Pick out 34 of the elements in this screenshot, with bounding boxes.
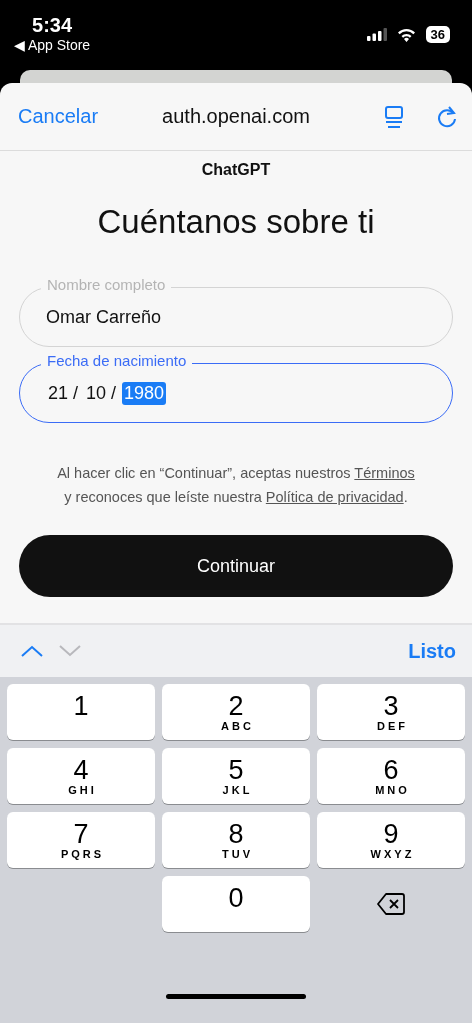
number-key[interactable]: 0 — [162, 876, 310, 932]
page-heading: Cuéntanos sobre ti — [96, 203, 376, 241]
field-label: Nombre completo — [41, 276, 172, 293]
field-value: Omar Carreño — [46, 306, 162, 328]
number-key[interactable]: 1 — [7, 684, 155, 740]
reader-icon[interactable] — [384, 104, 404, 129]
privacy-link[interactable]: Política de privacidad — [265, 489, 404, 505]
backspace-icon — [377, 893, 405, 915]
date-segment[interactable]: 21 / — [46, 381, 81, 405]
status-time: 5:34 — [32, 14, 73, 37]
back-to-app-link[interactable]: ◀ App Store — [14, 37, 91, 53]
number-key[interactable]: 4 GHI — [7, 748, 155, 804]
terms-link[interactable]: Términos — [354, 465, 415, 481]
signal-icon — [366, 28, 387, 41]
cancel-button[interactable]: Cancelar — [18, 105, 99, 128]
number-key[interactable]: 6 MNO — [317, 748, 465, 804]
done-button[interactable]: Listo — [408, 639, 456, 663]
number-key[interactable]: 8 TUV — [162, 812, 310, 868]
field-label: Fecha de nacimiento — [41, 352, 193, 369]
date-segment[interactable]: 1980 — [122, 381, 167, 405]
number-key[interactable]: 9 WXYZ — [317, 812, 465, 868]
chevron-up-icon[interactable] — [20, 644, 44, 658]
date-segment[interactable]: 10 / — [84, 381, 119, 405]
number-key[interactable]: 5 JKL — [162, 748, 310, 804]
page-address: auth.openai.com — [161, 105, 311, 128]
terms-notice: Al hacer clic en “Continuar”, aceptas nuestros Términos y reconoces que leíste nuestra Política de privacidad. — [56, 464, 416, 507]
wifi-icon — [396, 27, 416, 42]
continue-button[interactable]: Continuar — [19, 535, 453, 597]
number-key[interactable]: 3 DEF — [317, 684, 465, 740]
number-key[interactable]: 7 PQRS — [7, 812, 155, 868]
reload-icon[interactable] — [436, 104, 458, 129]
battery-level: 36 — [425, 26, 450, 43]
number-key[interactable]: 2 ABC — [162, 684, 310, 740]
brand-name: ChatGPT — [200, 161, 272, 179]
